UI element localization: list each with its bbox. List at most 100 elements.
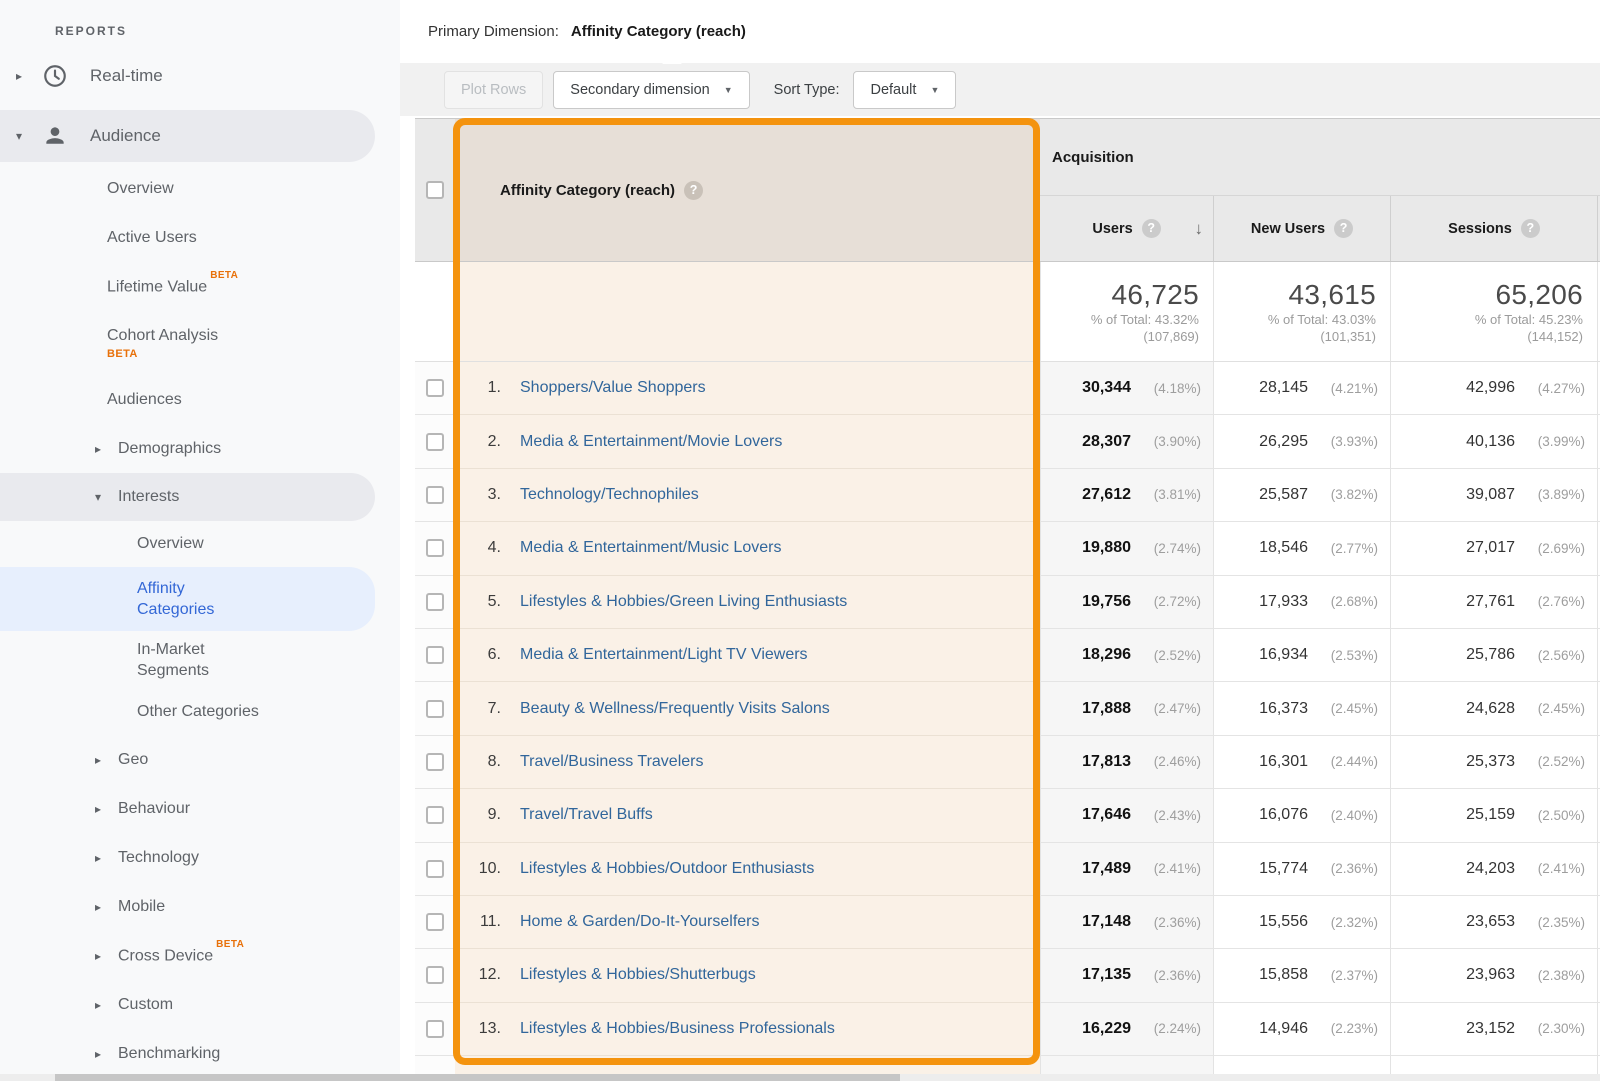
caret-right-icon[interactable]: ▸ bbox=[95, 754, 101, 766]
new-users-cell-percent: (2.77%) bbox=[1314, 541, 1378, 556]
sidebar-item-affinity-categories[interactable]: Affinity Categories bbox=[0, 567, 375, 631]
new-users-column-header[interactable]: New Users ? bbox=[1213, 196, 1390, 261]
help-icon[interactable]: ? bbox=[1334, 219, 1353, 238]
row-checkbox[interactable] bbox=[426, 1020, 444, 1038]
help-icon[interactable]: ? bbox=[1521, 219, 1540, 238]
sidebar-item-other-categories[interactable]: Other Categories bbox=[0, 689, 400, 735]
row-checkbox[interactable] bbox=[426, 433, 444, 451]
sidebar-item-real-time[interactable]: ▸Real-time bbox=[0, 48, 400, 104]
category-link[interactable]: Media & Entertainment/Light TV Viewers bbox=[520, 646, 808, 664]
row-checkbox[interactable] bbox=[426, 539, 444, 557]
row-checkbox[interactable] bbox=[426, 379, 444, 397]
sidebar-item-label: Demographics bbox=[118, 438, 221, 459]
select-all-checkbox[interactable] bbox=[426, 181, 444, 199]
report-table: Affinity Category (reach) ? Acquisition … bbox=[415, 118, 1600, 1081]
row-checkbox[interactable] bbox=[426, 753, 444, 771]
new-users-cell-percent: (4.21%) bbox=[1314, 381, 1378, 396]
row-checkbox-cell bbox=[415, 843, 455, 896]
row-rank: 6. bbox=[455, 646, 501, 664]
caret-right-icon[interactable]: ▸ bbox=[95, 1048, 101, 1060]
caret-right-icon[interactable]: ▸ bbox=[95, 803, 101, 815]
category-link[interactable]: Travel/Travel Buffs bbox=[520, 806, 653, 824]
caret-down-icon[interactable]: ▾ bbox=[95, 491, 101, 503]
sessions-cell-percent: (2.45%) bbox=[1521, 701, 1585, 716]
sidebar-item-label: Cross DeviceBETA bbox=[118, 945, 244, 966]
sort-descending-icon[interactable]: ↓ bbox=[1195, 219, 1204, 239]
caret-right-icon[interactable]: ▸ bbox=[95, 999, 101, 1011]
sidebar-item-lifetime-value[interactable]: Lifetime ValueBETA bbox=[0, 262, 400, 311]
caret-right-icon[interactable]: ▸ bbox=[95, 901, 101, 913]
sessions-column-header[interactable]: Sessions ? bbox=[1390, 196, 1597, 261]
dimension-header-label: Affinity Category (reach) bbox=[500, 182, 675, 199]
sidebar-item-cohort-analysis[interactable]: Cohort AnalysisBETA bbox=[0, 311, 400, 375]
users-cell-value: 17,489 bbox=[1082, 860, 1131, 878]
row-checkbox[interactable] bbox=[426, 646, 444, 664]
horizontal-scrollbar-thumb[interactable] bbox=[55, 1074, 900, 1081]
row-checkbox[interactable] bbox=[426, 860, 444, 878]
caret-right-icon[interactable]: ▸ bbox=[16, 70, 22, 82]
sidebar-item-interests[interactable]: ▾Interests bbox=[0, 473, 375, 521]
category-link[interactable]: Travel/Business Travelers bbox=[520, 753, 703, 771]
users-cell: 27,612(3.81%) bbox=[1040, 469, 1213, 522]
plot-rows-button[interactable]: Plot Rows bbox=[444, 71, 543, 109]
help-icon[interactable]: ? bbox=[1142, 219, 1161, 238]
help-icon[interactable]: ? bbox=[684, 181, 703, 200]
sidebar-item-custom[interactable]: ▸Custom bbox=[0, 980, 400, 1029]
sidebar-item-overview[interactable]: Overview bbox=[0, 521, 400, 567]
row-checkbox[interactable] bbox=[426, 593, 444, 611]
category-cell: 13.Lifestyles & Hobbies/Business Profess… bbox=[455, 1003, 1040, 1056]
category-link[interactable]: Lifestyles & Hobbies/Business Profession… bbox=[520, 1020, 835, 1038]
row-checkbox[interactable] bbox=[426, 806, 444, 824]
category-cell: 4.Media & Entertainment/Music Lovers bbox=[455, 522, 1040, 575]
sessions-total-pct: % of Total: 45.23% bbox=[1475, 311, 1583, 328]
caret-right-icon[interactable]: ▸ bbox=[95, 443, 101, 455]
sessions-cell-percent: (2.76%) bbox=[1521, 594, 1585, 609]
sidebar-item-geo[interactable]: ▸Geo bbox=[0, 735, 400, 784]
category-link[interactable]: Beauty & Wellness/Frequently Visits Salo… bbox=[520, 700, 830, 718]
sort-type-dropdown[interactable]: Default ▼ bbox=[853, 71, 956, 109]
category-link[interactable]: Media & Entertainment/Movie Lovers bbox=[520, 433, 782, 451]
sidebar-item-cross-device[interactable]: ▸ Cross DeviceBETA bbox=[0, 931, 400, 980]
table-row: 6. Media & Entertainment/Light TV Viewers… bbox=[415, 629, 1600, 682]
category-link[interactable]: Lifestyles & Hobbies/Outdoor Enthusiasts bbox=[520, 860, 814, 878]
users-cell-value: 18,296 bbox=[1082, 646, 1131, 664]
category-cell: 7.Beauty & Wellness/Frequently Visits Sa… bbox=[455, 682, 1040, 735]
primary-dimension-tab-active[interactable]: Affinity Category (reach) bbox=[571, 23, 746, 40]
sidebar-item-in-market-segments[interactable]: In-Market Segments bbox=[0, 631, 400, 689]
users-column-header[interactable]: Users ? ↓ bbox=[1040, 196, 1213, 261]
row-checkbox[interactable] bbox=[426, 966, 444, 984]
sidebar-item-behaviour[interactable]: ▸Behaviour bbox=[0, 784, 400, 833]
caret-right-icon[interactable]: ▸ bbox=[95, 852, 101, 864]
sidebar-item-label: Overview bbox=[107, 178, 174, 199]
users-cell-value: 17,135 bbox=[1082, 966, 1131, 984]
category-link[interactable]: Home & Garden/Do-It-Yourselfers bbox=[520, 913, 760, 931]
category-link[interactable]: Lifestyles & Hobbies/Shutterbugs bbox=[520, 966, 756, 984]
sidebar-item-active-users[interactable]: Active Users bbox=[0, 213, 400, 262]
users-total-pct: % of Total: 43.32% bbox=[1091, 311, 1199, 328]
sidebar-item-overview[interactable]: Overview bbox=[0, 164, 400, 213]
new-users-cell-percent: (2.45%) bbox=[1314, 701, 1378, 716]
category-link[interactable]: Shoppers/Value Shoppers bbox=[520, 379, 706, 397]
users-header-label: Users bbox=[1092, 221, 1132, 237]
sidebar-item-technology[interactable]: ▸Technology bbox=[0, 833, 400, 882]
row-rank: 5. bbox=[455, 593, 501, 611]
sidebar-item-demographics[interactable]: ▸ Demographics bbox=[0, 424, 400, 473]
horizontal-scrollbar[interactable] bbox=[0, 1074, 1600, 1081]
caret-down-icon[interactable]: ▾ bbox=[16, 130, 22, 142]
sidebar-item-label: Overview bbox=[137, 533, 204, 554]
row-checkbox[interactable] bbox=[426, 700, 444, 718]
category-link[interactable]: Lifestyles & Hobbies/Green Living Enthus… bbox=[520, 593, 847, 611]
category-cell: 8.Travel/Business Travelers bbox=[455, 736, 1040, 789]
row-checkbox-cell bbox=[415, 1003, 455, 1056]
category-link[interactable]: Technology/Technophiles bbox=[520, 486, 699, 504]
caret-right-icon[interactable]: ▸ bbox=[95, 950, 101, 962]
row-checkbox[interactable] bbox=[426, 486, 444, 504]
sidebar-item-mobile[interactable]: ▸Mobile bbox=[0, 882, 400, 931]
dimension-column-header[interactable]: Affinity Category (reach) ? bbox=[455, 119, 1040, 261]
sidebar-item-audiences[interactable]: Audiences bbox=[0, 375, 400, 424]
row-checkbox[interactable] bbox=[426, 913, 444, 931]
category-link[interactable]: Media & Entertainment/Music Lovers bbox=[520, 539, 781, 557]
secondary-dimension-dropdown[interactable]: Secondary dimension ▼ bbox=[553, 71, 749, 109]
sidebar-item-audience[interactable]: ▾Audience bbox=[0, 110, 375, 162]
sidebar-item-benchmarking[interactable]: ▸Benchmarking bbox=[0, 1029, 400, 1078]
